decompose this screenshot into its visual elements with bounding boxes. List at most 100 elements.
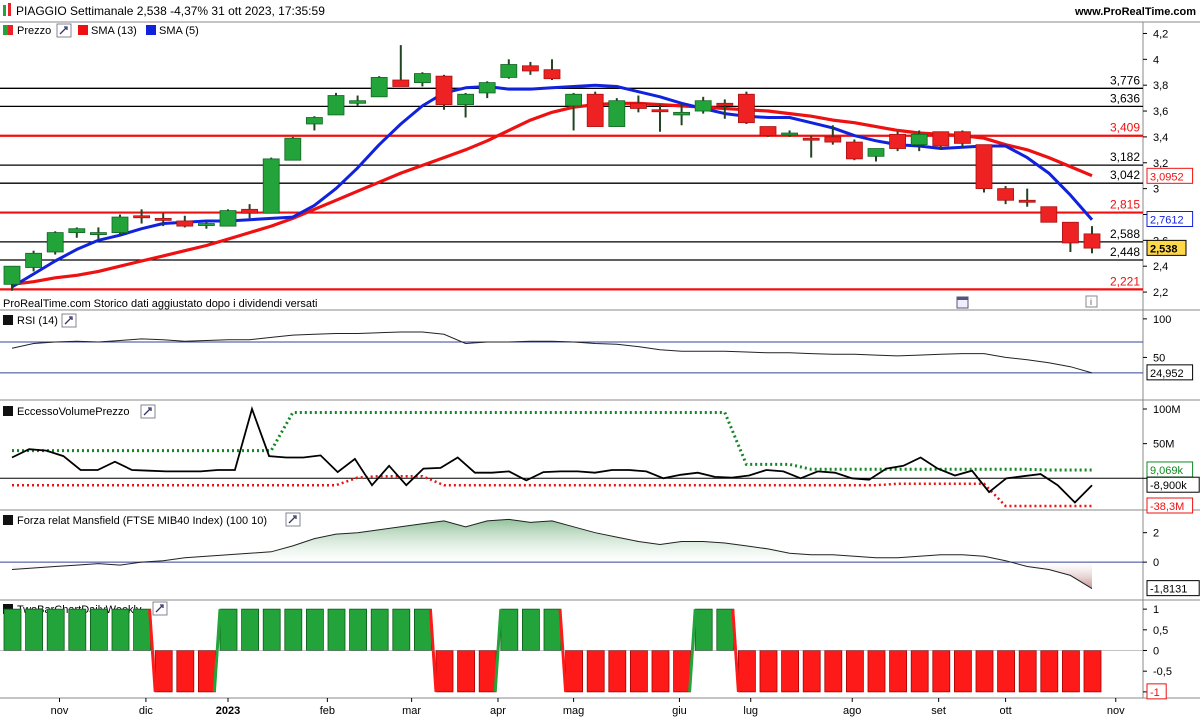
volume-legend: EccessoVolumePrezzo [3, 404, 156, 419]
twobar-bar [651, 650, 670, 693]
candle-body [327, 95, 345, 116]
volume-last-black-label: -8,900k [1150, 480, 1187, 492]
wrench-icon[interactable] [140, 404, 156, 419]
rsi-axis-tick-label: 100 [1153, 314, 1171, 326]
candle-body [413, 73, 431, 83]
wrench-icon[interactable] [152, 601, 168, 616]
candle-body [1040, 206, 1058, 223]
candle-body [1062, 221, 1079, 244]
wrench-icon[interactable] [61, 313, 77, 328]
candle-body [176, 220, 194, 227]
level-label: 2,448 [1110, 245, 1140, 259]
twobar-bar [1018, 650, 1037, 693]
twobar-bar [133, 608, 152, 651]
candle-body [889, 133, 906, 149]
chart-window: PIAGGIO Settimanale 2,538 -4,37% 31 ott … [0, 0, 1200, 720]
candle-body [46, 232, 64, 253]
volume-title: EccessoVolumePrezzo [17, 406, 130, 418]
chart-canvas: PIAGGIO Settimanale 2,538 -4,37% 31 ott … [0, 0, 1200, 717]
twobar-bar [3, 608, 22, 651]
volume-axis-tick-label: 50M [1153, 439, 1174, 451]
price-axis-tick-label: 3,4 [1153, 132, 1168, 144]
sma5-swatch [146, 25, 156, 35]
twobar-bar [349, 608, 368, 651]
site-label: www.ProRealTime.com [1074, 6, 1196, 18]
twobar-bar [716, 608, 735, 651]
candle-body [219, 210, 237, 227]
svg-text:i: i [1090, 297, 1092, 307]
twobar-bar [673, 650, 691, 693]
x-tick-label: nov [1107, 705, 1125, 717]
candle-body [824, 136, 842, 143]
candle-body [68, 228, 86, 233]
candle-body [673, 111, 690, 116]
candle-body [500, 64, 518, 78]
rsi-line [11, 331, 1093, 374]
mansfield-swatch [3, 515, 13, 525]
x-tick-label: ago [843, 705, 861, 717]
chart-title: PIAGGIO Settimanale 2,538 -4,37% 31 ott … [16, 4, 325, 18]
twobar-bar [90, 608, 108, 651]
candle-body [694, 100, 712, 112]
candle-body [954, 131, 971, 144]
candle-body [522, 65, 539, 72]
volume-axis-tick-label: 100M [1153, 404, 1181, 416]
candle-body [133, 215, 151, 219]
mansfield-axis-tick-label: 2 [1153, 528, 1159, 540]
candle-body [241, 208, 259, 214]
info-icon[interactable]: i [1085, 295, 1098, 308]
x-tick-label: mag [563, 705, 584, 717]
twobar-bar [846, 650, 864, 693]
twobar-bar [435, 650, 454, 693]
twobar-bar [1040, 650, 1059, 693]
calendar-icon[interactable] [956, 296, 969, 309]
twobar-bar [176, 650, 195, 693]
candle-body [111, 216, 129, 233]
twobar-bar [975, 650, 994, 693]
twobar-bar [1083, 650, 1102, 693]
level-label: 3,042 [1110, 168, 1140, 182]
wrench-icon[interactable] [56, 23, 72, 38]
price-axis-tick-label: 4 [1153, 54, 1159, 66]
x-tick-label: mar [402, 705, 421, 717]
candle-body [932, 131, 950, 147]
twobar-axis-tick-label: 0 [1153, 646, 1159, 658]
candle-body [716, 102, 734, 106]
candle-body [262, 158, 280, 214]
wrench-icon[interactable] [285, 512, 301, 527]
volume-upper-dotted [12, 411, 1092, 472]
twobar-bar [802, 650, 821, 693]
twobar-bar [457, 650, 476, 693]
price-legend-swatch-half [8, 25, 13, 35]
twobar-bar [219, 608, 238, 651]
twobar-last-label: -1 [1150, 687, 1160, 699]
candle-body [997, 188, 1014, 201]
level-label: 3,776 [1110, 73, 1140, 87]
twobar-bar [824, 650, 843, 693]
twobar-bar [997, 650, 1015, 693]
price-axis-tick-label: 3 [1153, 184, 1159, 196]
twobar-bar [543, 608, 562, 651]
twobar-bar [262, 608, 281, 651]
price-legend: Prezzo SMA (13) SMA (5) [3, 23, 199, 38]
twobar-bar [522, 608, 540, 651]
candle-body [543, 69, 561, 80]
x-tick-label: dic [139, 705, 154, 717]
candle-body [392, 79, 410, 87]
twobar-bar [392, 608, 411, 651]
candle-body [738, 93, 755, 124]
candle-body [457, 93, 475, 105]
twobar-bar [478, 650, 497, 693]
volume-line [11, 406, 1093, 504]
mansfield-last-label: -1,8131 [1150, 584, 1187, 596]
x-tick-label: feb [320, 705, 335, 717]
twobar-bar [370, 608, 389, 651]
twobar-bar [197, 650, 216, 693]
mansfield-axis-tick-label: 0 [1153, 557, 1159, 569]
twobar-bar [1062, 650, 1080, 693]
twobar-bar [781, 650, 799, 693]
legend-sma5: SMA (5) [159, 25, 199, 37]
x-tick-label: 2023 [216, 705, 240, 717]
sma13-line [11, 101, 1093, 286]
twobar-bar [305, 608, 324, 651]
